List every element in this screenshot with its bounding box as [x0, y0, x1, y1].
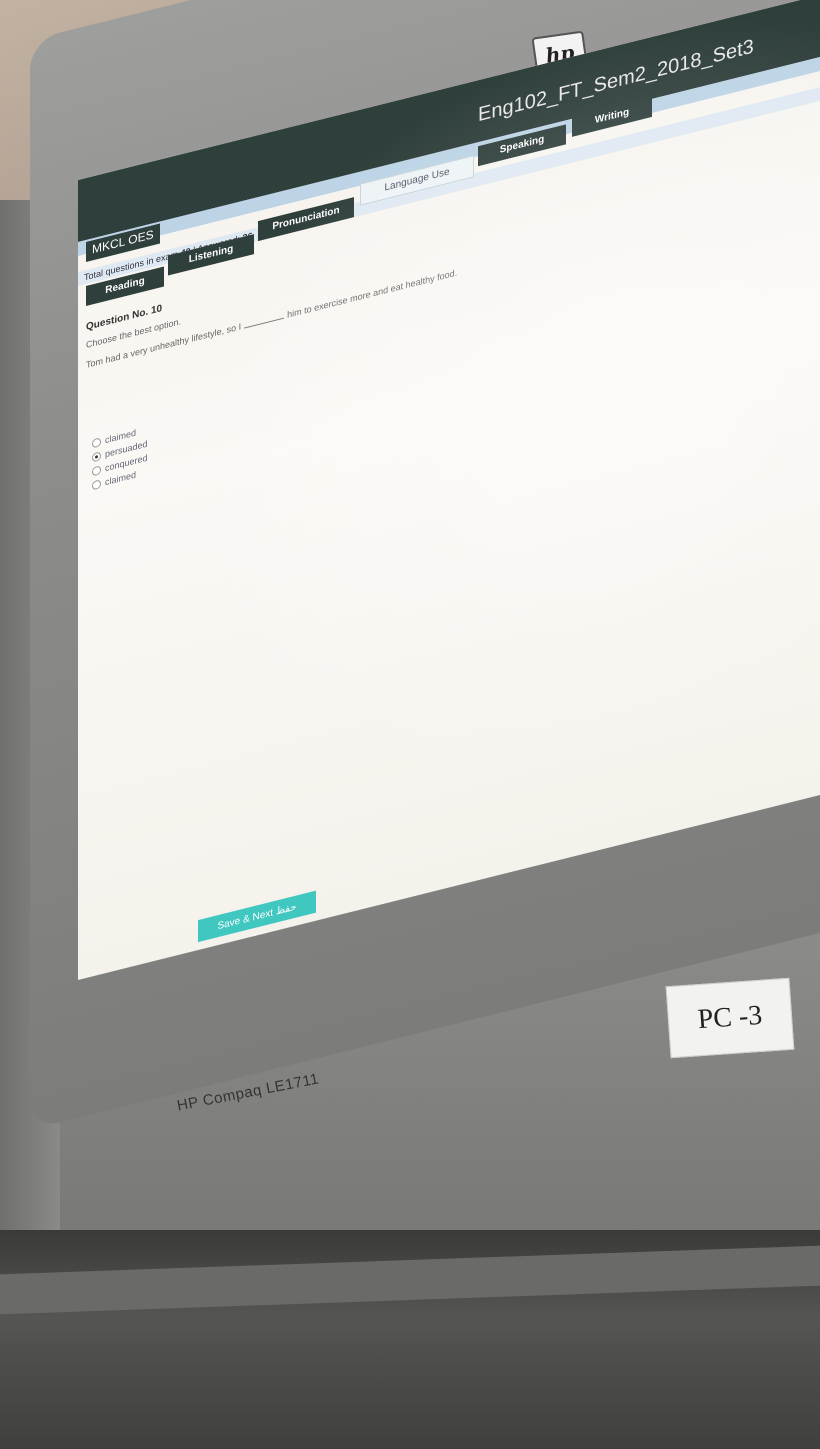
radio-button[interactable]: [92, 478, 101, 491]
question-text-after: him to exercise more and eat healthy foo…: [287, 267, 458, 320]
radio-button-selected[interactable]: [92, 450, 101, 463]
option-label: claimed: [105, 469, 137, 488]
answer-blank: [244, 317, 285, 329]
question-area: Question No. 10 Choose the best option. …: [78, 121, 820, 910]
pc-sticker: PC -3: [665, 977, 795, 1059]
radio-button[interactable]: [92, 436, 101, 449]
radio-button[interactable]: [92, 464, 101, 477]
